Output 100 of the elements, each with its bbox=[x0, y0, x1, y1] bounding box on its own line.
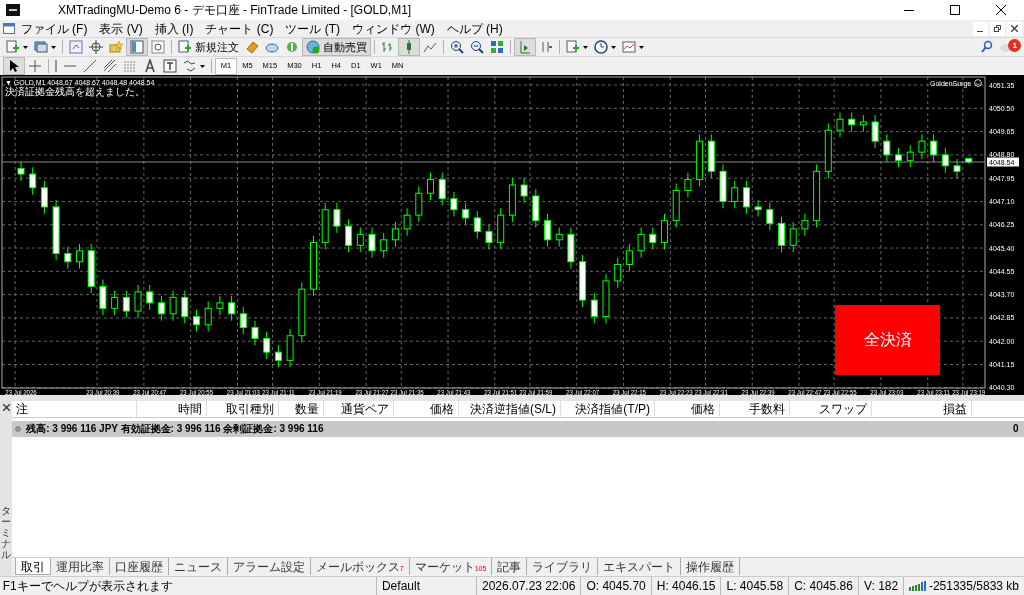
profiles-icon bbox=[33, 40, 48, 54]
column-header[interactable]: 価格 bbox=[655, 401, 720, 417]
time-label: 23 Jul 22:39 bbox=[741, 387, 775, 395]
cursor-button[interactable] bbox=[2, 57, 25, 75]
auto-scroll-button[interactable] bbox=[513, 38, 536, 56]
candle bbox=[836, 111, 844, 138]
caret-icon bbox=[638, 45, 644, 49]
column-header[interactable]: 価格 bbox=[394, 401, 459, 417]
column-header[interactable]: 数量 bbox=[279, 401, 324, 417]
candle bbox=[508, 177, 516, 223]
menu-item[interactable]: ウィンドウ (W) bbox=[346, 20, 441, 37]
terminal-tab[interactable]: 取引 bbox=[14, 558, 51, 575]
profit-value: 0 bbox=[1012, 422, 1019, 437]
menu-item[interactable]: 表示 (V) bbox=[93, 20, 149, 37]
column-header[interactable]: 手数料 bbox=[720, 401, 790, 417]
window-panel-button[interactable] bbox=[125, 38, 148, 56]
candle bbox=[544, 213, 551, 248]
time-label: 23 Jul 21:51 bbox=[484, 387, 518, 395]
shapes-icon bbox=[182, 59, 197, 73]
candle bbox=[356, 227, 364, 253]
caret-icon bbox=[610, 45, 616, 49]
time-label: 23 Jul 20:47 bbox=[133, 387, 167, 395]
candle bbox=[871, 114, 879, 149]
fibonacci-icon bbox=[122, 59, 137, 73]
status-cell: C: 4045.86 bbox=[788, 577, 858, 595]
close-all-button[interactable]: 全決済 bbox=[835, 305, 940, 375]
candle bbox=[637, 227, 645, 259]
candle bbox=[380, 232, 388, 259]
time-label: 23 Jul 22:31 bbox=[694, 387, 728, 395]
zoom-out-icon bbox=[469, 40, 484, 54]
terminal-tab[interactable]: 記事 bbox=[492, 558, 528, 575]
time-label: 23 Jul 23:19 bbox=[952, 387, 986, 395]
menu-item[interactable]: ヘルプ (H) bbox=[440, 20, 509, 37]
candle bbox=[274, 344, 282, 368]
terminal-tab[interactable]: ライブラリ bbox=[527, 558, 599, 575]
panel-title: ターミナル bbox=[1, 504, 11, 560]
maximize-icon[interactable] bbox=[950, 5, 960, 15]
candle bbox=[333, 202, 341, 234]
vertical-line-icon bbox=[54, 59, 57, 73]
caret-icon bbox=[199, 64, 205, 68]
toolbar-button[interactable]: 自動売買 bbox=[301, 38, 371, 56]
menu-item[interactable]: 挿入 (I) bbox=[148, 20, 200, 37]
candle bbox=[462, 202, 470, 226]
candle bbox=[895, 147, 902, 168]
terminal-tab[interactable]: ニュース bbox=[168, 558, 228, 575]
column-header[interactable]: 取引種別 bbox=[207, 401, 279, 417]
menu-item[interactable]: ツール (T) bbox=[279, 20, 347, 37]
candle bbox=[707, 133, 715, 179]
template-icon bbox=[621, 40, 636, 54]
app-icon bbox=[5, 4, 20, 16]
restore-icon[interactable] bbox=[994, 25, 1001, 32]
status-cell: L: 4045.58 bbox=[720, 577, 789, 595]
candle bbox=[450, 191, 458, 218]
close-icon[interactable] bbox=[996, 5, 1006, 15]
terminal-tab[interactable]: 操作履歴 bbox=[681, 558, 741, 575]
candle bbox=[918, 133, 926, 160]
candle bbox=[906, 144, 914, 168]
menu-item[interactable]: チャート (C) bbox=[199, 20, 280, 37]
notification-button[interactable]: 1 bbox=[997, 38, 1022, 56]
candle bbox=[204, 301, 212, 333]
terminal-tab[interactable]: 口座履歴 bbox=[109, 558, 169, 575]
candle bbox=[684, 172, 692, 198]
column-header[interactable]: 損益 bbox=[872, 401, 972, 417]
close-icon[interactable] bbox=[2, 403, 10, 411]
candle bbox=[345, 218, 353, 253]
candle bbox=[930, 133, 938, 163]
column-header[interactable]: 決済逆指値(S/L) bbox=[459, 401, 561, 417]
time-label: 23 Jul 23:11 bbox=[917, 387, 950, 395]
column-header[interactable]: 注 bbox=[12, 401, 137, 417]
time-label: 23 Jul 22:55 bbox=[823, 387, 857, 395]
candle bbox=[321, 202, 329, 250]
candle bbox=[473, 210, 481, 239]
candle bbox=[859, 114, 867, 133]
toolbar-button[interactable]: 新規注文 bbox=[174, 38, 242, 56]
candle bbox=[520, 177, 528, 204]
time-label: 23 Jul 22:07 bbox=[566, 387, 600, 395]
time-label: 23 Jul 20:55 bbox=[179, 387, 214, 395]
candle bbox=[824, 122, 832, 179]
price-bar-button[interactable] bbox=[397, 38, 420, 56]
candle bbox=[391, 221, 399, 248]
menu-item[interactable]: ファイル (F) bbox=[14, 20, 94, 37]
column-header[interactable]: スワップ bbox=[790, 401, 872, 417]
column-header[interactable]: 通貨ペア bbox=[324, 401, 394, 417]
smiley-icon bbox=[974, 79, 982, 87]
column-header[interactable]: 決済指値(T/P) bbox=[561, 401, 655, 417]
time-label: 23 Jul 21:35 bbox=[390, 387, 424, 395]
candle bbox=[111, 290, 119, 316]
column-header[interactable]: 時間 bbox=[137, 401, 207, 417]
candle bbox=[298, 281, 306, 344]
candle bbox=[801, 213, 809, 237]
terminal-tab[interactable]: 運用比率 bbox=[50, 558, 110, 575]
candle bbox=[485, 224, 493, 250]
candle bbox=[661, 213, 668, 250]
candle bbox=[122, 290, 130, 319]
candle bbox=[76, 243, 83, 270]
terminal-tab[interactable]: アラーム設定 bbox=[227, 558, 311, 575]
terminal-tab[interactable]: エキスパート bbox=[598, 558, 682, 575]
candle bbox=[696, 133, 704, 187]
close-icon[interactable] bbox=[1011, 25, 1018, 32]
candle bbox=[883, 133, 891, 163]
